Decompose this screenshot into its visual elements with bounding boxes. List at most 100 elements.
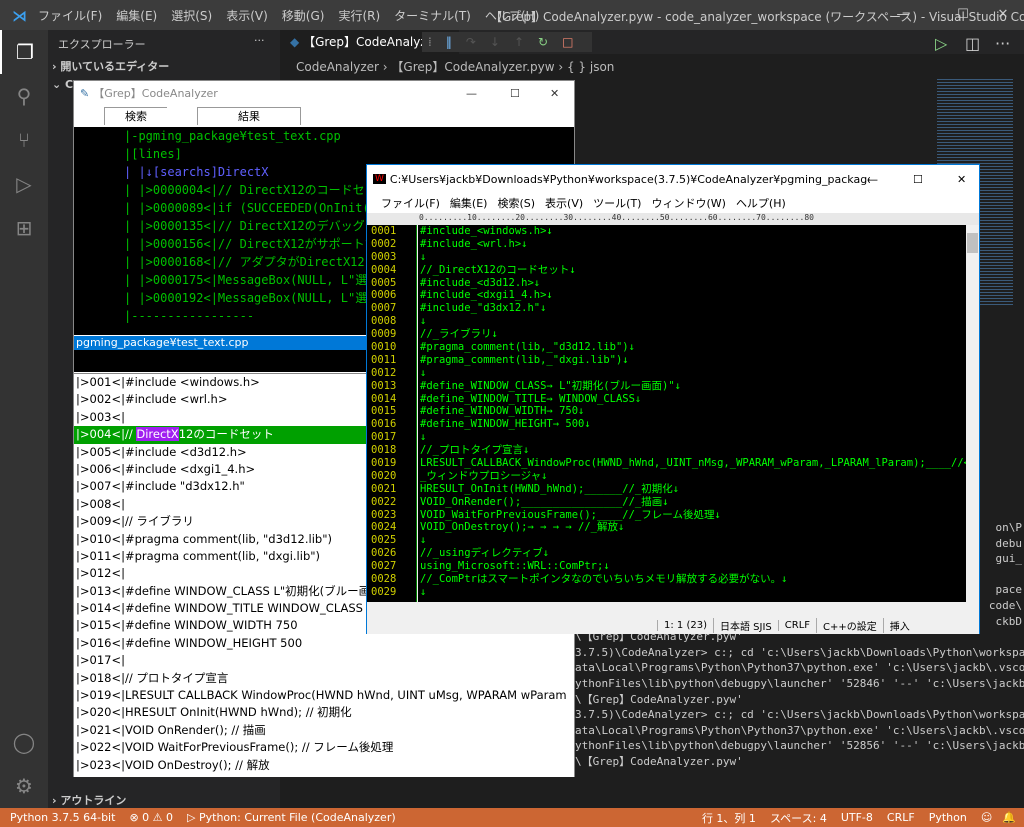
grep-maximize-icon[interactable]: ☐ — [510, 87, 520, 100]
restart-icon[interactable]: ↻ — [538, 35, 548, 49]
code-line[interactable]: //_usingディレクティブ↓ — [418, 547, 966, 560]
file-line[interactable]: |>021<|VOID OnRender(); // 描画 — [74, 722, 574, 739]
manage-gear-icon[interactable]: ⚙ — [0, 764, 48, 808]
code-line[interactable]: LRESULT_CALLBACK_WindowProc(HWND_hWnd,_U… — [418, 457, 966, 470]
notifications-icon[interactable]: 🔔 — [1002, 811, 1016, 824]
code-line[interactable]: HRESULT_OnInit(HWND_hWnd);______//_初期化↓ — [418, 483, 966, 496]
step-over-icon[interactable]: ↷ — [466, 35, 476, 49]
status-run-config[interactable]: ▷ Python: Current File (CodeAnalyzer) — [187, 811, 396, 824]
code-line[interactable]: #include_"d3dx12.h"↓ — [418, 302, 966, 315]
menu-edit[interactable]: 編集(E) — [116, 7, 157, 24]
account-icon[interactable]: ◯ — [0, 720, 48, 764]
code-line[interactable]: #define_WINDOW_TITLE→ WINDOW_CLASS↓ — [418, 393, 966, 406]
file-line[interactable]: |>020<|HRESULT OnInit(HWND hWnd); // 初期化 — [74, 704, 574, 721]
type-setting[interactable]: C++の設定 — [816, 617, 883, 633]
run-debug-icon[interactable]: ▷ — [0, 162, 48, 206]
code-line[interactable]: #include_<windows.h>↓ — [418, 225, 966, 238]
tab-search[interactable]: 検索 — [104, 107, 167, 125]
status-eol[interactable]: CRLF — [887, 811, 915, 824]
code-line[interactable]: VOID_WaitForPreviousFrame();____//_フレーム後… — [418, 509, 966, 522]
status-spaces[interactable]: スペース: 4 — [770, 810, 827, 826]
code-line[interactable]: VOID_OnDestroy();→ → → → //_解放↓ — [418, 521, 966, 534]
editor-menu-search[interactable]: 検索(S) — [497, 195, 535, 211]
search-icon[interactable]: ⚲ — [0, 74, 48, 118]
editor-menu-window[interactable]: ウィンドウ(W) — [651, 195, 725, 211]
code-line[interactable]: //_プロトタイプ宣言↓ — [418, 444, 966, 457]
line-ending[interactable]: CRLF — [777, 619, 816, 631]
editor-menu-tools[interactable]: ツール(T) — [593, 195, 641, 211]
menu-view[interactable]: 表示(V) — [226, 7, 268, 24]
editor-maximize-icon[interactable]: ☐ — [913, 173, 923, 186]
breadcrumb-folder[interactable]: CodeAnalyzer — [296, 60, 379, 74]
file-line[interactable]: |>019<|LRESULT CALLBACK WindowProc(HWND … — [74, 687, 574, 704]
code-line[interactable]: #include_<d3d12.h>↓ — [418, 277, 966, 290]
result-line[interactable]: |[lines] — [124, 145, 574, 163]
file-line[interactable]: |>016<|#define WINDOW_HEIGHT 500 — [74, 635, 574, 652]
open-editors-section[interactable]: › 開いているエディター — [48, 58, 280, 76]
editor-menu-help[interactable]: ヘルプ(H) — [736, 195, 786, 211]
code-line[interactable]: #include_<dxgi1_4.h>↓ — [418, 289, 966, 302]
editor-minimize-icon[interactable]: — — [867, 173, 878, 186]
code-line[interactable]: #pragma_comment(lib,_"d3d12.lib")↓ — [418, 341, 966, 354]
minimize-icon[interactable]: — — [880, 0, 926, 30]
close-icon[interactable]: ✕ — [980, 0, 1024, 30]
menu-file[interactable]: ファイル(F) — [38, 7, 102, 24]
scrollbar-thumb[interactable] — [967, 233, 978, 253]
run-icon[interactable]: ▷ — [935, 34, 947, 53]
source-control-icon[interactable]: ⑂ — [0, 118, 48, 162]
editor-menu-view[interactable]: 表示(V) — [545, 195, 583, 211]
code-line[interactable]: #define_WINDOW_WIDTH→ 750↓ — [418, 405, 966, 418]
extensions-icon[interactable]: ⊞ — [0, 206, 48, 250]
pause-icon[interactable]: ‖ — [446, 35, 452, 49]
code-line[interactable]: #include_<wrl.h>↓ — [418, 238, 966, 251]
split-editor-icon[interactable]: ◫ — [965, 34, 980, 53]
editor-close-icon[interactable]: ✕ — [957, 173, 966, 186]
menu-selection[interactable]: 選択(S) — [171, 7, 212, 24]
encoding[interactable]: 日本語 SJIS — [712, 617, 778, 633]
drag-handle-icon[interactable]: ⁞ — [428, 35, 432, 49]
horizontal-scrollbar[interactable] — [418, 602, 966, 615]
status-language[interactable]: Python — [929, 811, 967, 824]
code-line[interactable]: ↓ — [418, 251, 966, 264]
grep-close-icon[interactable]: ✕ — [550, 87, 559, 100]
code-line[interactable]: //_DirectX12のコードセット↓ — [418, 264, 966, 277]
result-line[interactable]: |-pgming_package¥test_text.cpp — [124, 127, 574, 145]
code-line[interactable]: //_ComPtrはスマートポインタなのでいちいちメモリ解放する必要がない。↓ — [418, 573, 966, 586]
code-line[interactable]: #define_WINDOW_CLASS→ L"初期化(ブルー画面)"↓ — [418, 380, 966, 393]
status-encoding[interactable]: UTF-8 — [841, 811, 873, 824]
more-actions-icon[interactable]: ··· — [254, 34, 265, 47]
menu-go[interactable]: 移動(G) — [282, 7, 325, 24]
feedback-icon[interactable]: ☺ — [981, 811, 992, 824]
file-line[interactable]: |>017<| — [74, 652, 574, 669]
insert-mode[interactable]: 挿入 — [882, 617, 916, 633]
menu-terminal[interactable]: ターミナル(T) — [394, 7, 471, 24]
more-icon[interactable]: ··· — [995, 34, 1010, 53]
status-position[interactable]: 行 1、列 1 — [702, 810, 756, 826]
status-problems[interactable]: ⊗ 0 ⚠ 0 — [129, 811, 173, 824]
file-line[interactable]: |>022<|VOID WaitForPreviousFrame(); // フ… — [74, 739, 574, 756]
editor-menu-edit[interactable]: 編集(E) — [450, 195, 488, 211]
step-into-icon[interactable]: ↓ — [490, 35, 500, 49]
explorer-icon[interactable]: ❐ — [0, 30, 48, 74]
outline-section[interactable]: › アウトライン — [48, 792, 126, 808]
stop-icon[interactable]: □ — [562, 35, 573, 49]
code-line[interactable]: //_ライブラリ↓ — [418, 328, 966, 341]
code-line[interactable]: using_Microsoft::WRL::ComPtr;↓ — [418, 560, 966, 573]
editor-menu-file[interactable]: ファイル(F) — [381, 195, 440, 211]
step-out-icon[interactable]: ↑ — [514, 35, 524, 49]
vertical-scrollbar[interactable] — [966, 225, 979, 602]
breadcrumb-file[interactable]: 【Grep】CodeAnalyzer.pyw — [391, 60, 554, 74]
menu-run[interactable]: 実行(R) — [338, 7, 380, 24]
code-line[interactable]: ↓ — [418, 586, 966, 599]
code-line[interactable]: #pragma_comment(lib,_"dxgi.lib")↓ — [418, 354, 966, 367]
code-line[interactable]: _ウィンドウプロシージャ↓ — [418, 470, 966, 483]
file-line[interactable]: |>018<|// プロトタイプ宣言 — [74, 670, 574, 687]
grep-minimize-icon[interactable]: — — [466, 87, 477, 100]
code-line[interactable]: ↓ — [418, 534, 966, 547]
code-line[interactable]: VOID_OnRender();________________//_描画↓ — [418, 496, 966, 509]
code-line[interactable]: ↓ — [418, 431, 966, 444]
code-line[interactable]: ↓ — [418, 315, 966, 328]
tab-results[interactable]: 結果 — [197, 107, 301, 125]
code-area[interactable]: #include_<windows.h>↓ #include_<wrl.h>↓ ↓ /… — [418, 225, 966, 602]
code-line[interactable]: #define_WINDOW_HEIGHT→ 500↓ — [418, 418, 966, 431]
